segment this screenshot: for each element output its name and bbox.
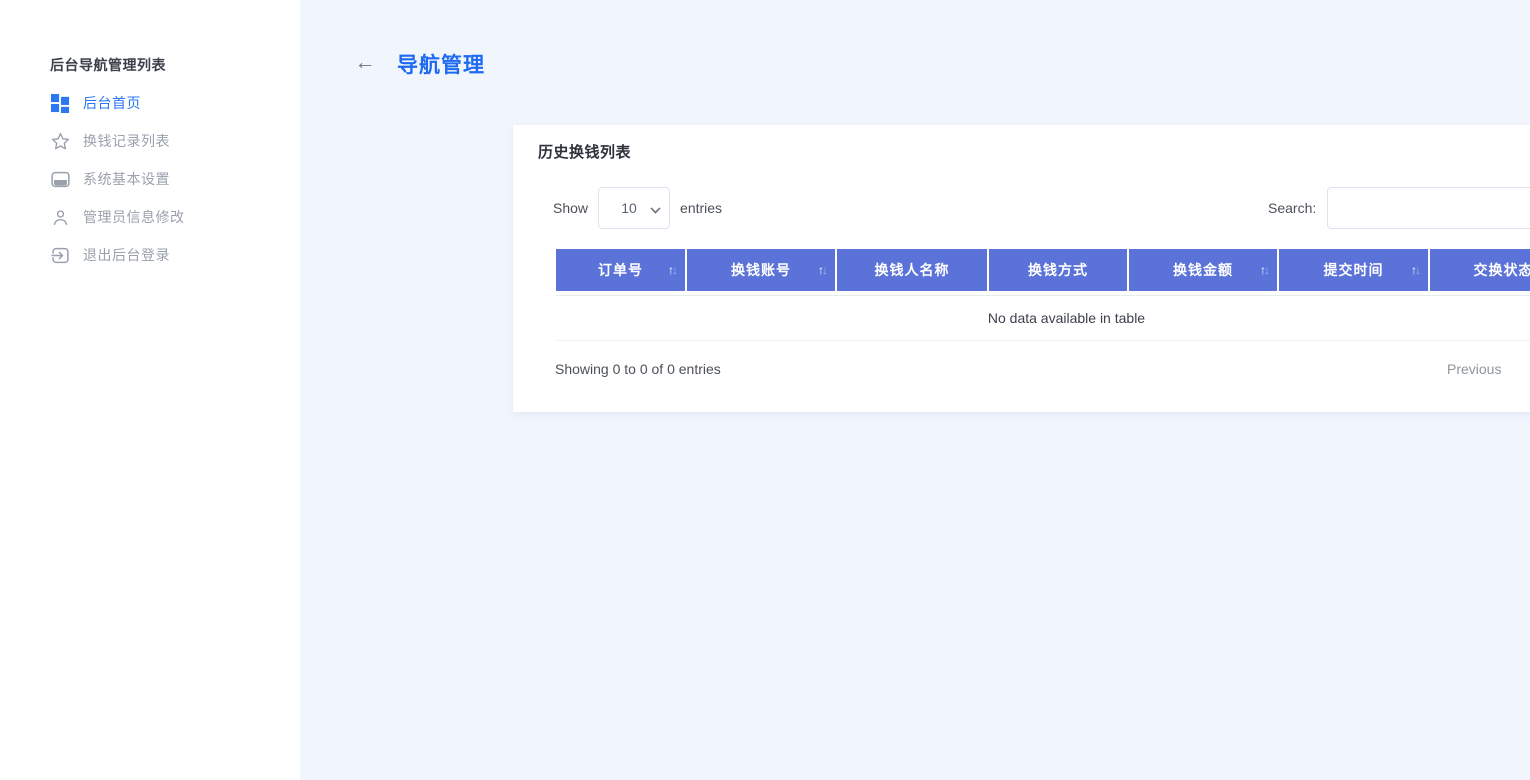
column-label: 交换状态 bbox=[1474, 260, 1530, 280]
search-control: Search: bbox=[1268, 187, 1530, 229]
back-arrow-icon[interactable]: ← bbox=[352, 50, 378, 76]
column-label: 提交时间 bbox=[1324, 260, 1384, 280]
column-header-amount[interactable]: 换钱金额 ↑↓ bbox=[1129, 249, 1277, 291]
column-label: 换钱账号 bbox=[731, 260, 791, 280]
sort-icon: ↑↓ bbox=[1260, 249, 1268, 291]
column-header-submit-time[interactable]: 提交时间 ↑↓ bbox=[1279, 249, 1428, 291]
sort-icon: ↑↓ bbox=[668, 249, 676, 291]
dashboard-icon bbox=[50, 93, 70, 113]
table-info: Showing 0 to 0 of 0 entries bbox=[555, 361, 721, 377]
sidebar-nav: 后台首页 换钱记录列表 系统基本设置 bbox=[0, 84, 300, 274]
column-label: 换钱人名称 bbox=[875, 260, 950, 280]
entries-select-box: 10 bbox=[588, 187, 680, 229]
previous-button[interactable]: Previous bbox=[1433, 353, 1515, 385]
sidebar-item-dashboard[interactable]: 后台首页 bbox=[0, 84, 300, 122]
user-icon bbox=[50, 207, 70, 227]
entries-label: entries bbox=[680, 200, 722, 216]
sidebar-item-label: 管理员信息修改 bbox=[83, 207, 185, 227]
logout-icon bbox=[50, 245, 70, 265]
column-header-status[interactable]: 交换状态 bbox=[1430, 249, 1530, 291]
sidebar: 后台导航管理列表 后台首页 换钱记录列表 bbox=[0, 0, 300, 780]
panel-title: 历史换钱列表 bbox=[538, 141, 631, 162]
column-header-person-name[interactable]: 换钱人名称 bbox=[837, 249, 987, 291]
column-header-account[interactable]: 换钱账号 ↑↓ bbox=[687, 249, 835, 291]
sidebar-title: 后台导航管理列表 bbox=[50, 55, 166, 75]
sort-icon: ↑↓ bbox=[1411, 249, 1419, 291]
column-label: 订单号 bbox=[598, 260, 643, 280]
column-label: 换钱金额 bbox=[1173, 260, 1233, 280]
sidebar-item-label: 换钱记录列表 bbox=[83, 131, 170, 151]
table-empty-row: No data available in table bbox=[556, 295, 1530, 341]
sidebar-item-exchange-records[interactable]: 换钱记录列表 bbox=[0, 122, 300, 160]
sidebar-item-admin-info[interactable]: 管理员信息修改 bbox=[0, 198, 300, 236]
show-label: Show bbox=[553, 200, 588, 216]
entries-select[interactable]: 10 bbox=[598, 187, 670, 229]
table-header-row: 订单号 ↑↓ 换钱账号 ↑↓ 换钱人名称 换钱方式 换钱金额 ↑↓ 提交时间 ↑… bbox=[556, 249, 1530, 291]
browser-icon bbox=[50, 169, 70, 189]
page-title: 导航管理 bbox=[397, 49, 485, 79]
search-input[interactable] bbox=[1327, 187, 1530, 229]
pagination: Previous bbox=[1433, 353, 1515, 385]
sidebar-item-label: 系统基本设置 bbox=[83, 169, 170, 189]
sort-icon: ↑↓ bbox=[818, 249, 826, 291]
sidebar-item-label: 退出后台登录 bbox=[83, 245, 170, 265]
sidebar-item-label: 后台首页 bbox=[83, 93, 141, 113]
sidebar-item-system-settings[interactable]: 系统基本设置 bbox=[0, 160, 300, 198]
sidebar-item-logout[interactable]: 退出后台登录 bbox=[0, 236, 300, 274]
exchange-history-panel: 历史换钱列表 Show 10 entries Search: 订单号 ↑↓ 换钱… bbox=[513, 125, 1530, 412]
empty-message: No data available in table bbox=[988, 310, 1145, 326]
column-header-method[interactable]: 换钱方式 bbox=[989, 249, 1127, 291]
column-label: 换钱方式 bbox=[1028, 260, 1088, 280]
search-label: Search: bbox=[1268, 200, 1316, 216]
column-header-order-no[interactable]: 订单号 ↑↓ bbox=[556, 249, 685, 291]
length-control: Show 10 entries bbox=[553, 187, 722, 229]
star-icon bbox=[50, 131, 70, 151]
